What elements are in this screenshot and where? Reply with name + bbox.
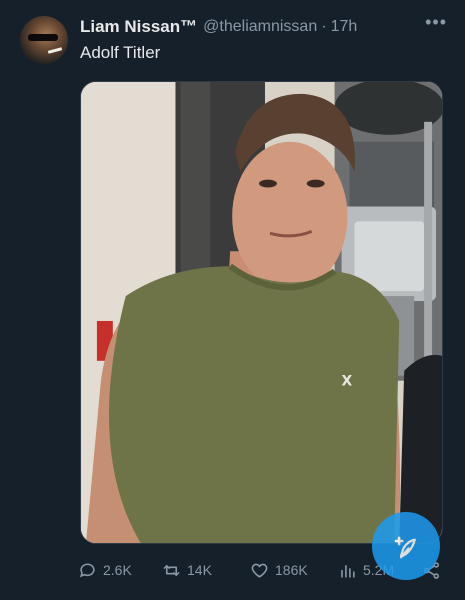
display-name[interactable]: Liam Nissan™ <box>80 17 197 37</box>
tweet-photo[interactable]: X <box>80 81 443 544</box>
reply-icon <box>80 563 95 577</box>
compose-post-button[interactable] <box>372 512 440 580</box>
reply-button[interactable]: 2.6K <box>78 556 132 584</box>
retweet-count: 14K <box>187 562 212 578</box>
like-button[interactable]: 186K <box>250 556 308 584</box>
cigarette-shape <box>47 47 63 54</box>
more-dots-icon[interactable]: ••• <box>425 13 447 31</box>
retweet-icon <box>163 564 180 576</box>
user-handle[interactable]: @theliamnissan <box>203 18 317 36</box>
photo-illustration: X <box>81 82 442 543</box>
heart-icon <box>251 563 268 578</box>
tweet-header: Liam Nissan™ @theliamnissan · 17h <box>80 16 453 38</box>
tweet: Liam Nissan™ @theliamnissan · 17h ••• Ad… <box>0 0 465 600</box>
timestamp[interactable]: 17h <box>331 18 358 36</box>
tweet-text: Adolf Titler <box>80 43 161 62</box>
separator-dot: · <box>321 18 327 35</box>
retweet-button[interactable]: 14K <box>162 556 212 584</box>
svg-text:X: X <box>342 374 353 390</box>
views-chart-icon <box>341 564 355 578</box>
sunglasses-shape <box>28 34 58 41</box>
reply-count: 2.6K <box>103 562 132 578</box>
feather-plus-icon <box>394 536 416 559</box>
avatar[interactable] <box>20 16 68 64</box>
like-count: 186K <box>275 562 308 578</box>
